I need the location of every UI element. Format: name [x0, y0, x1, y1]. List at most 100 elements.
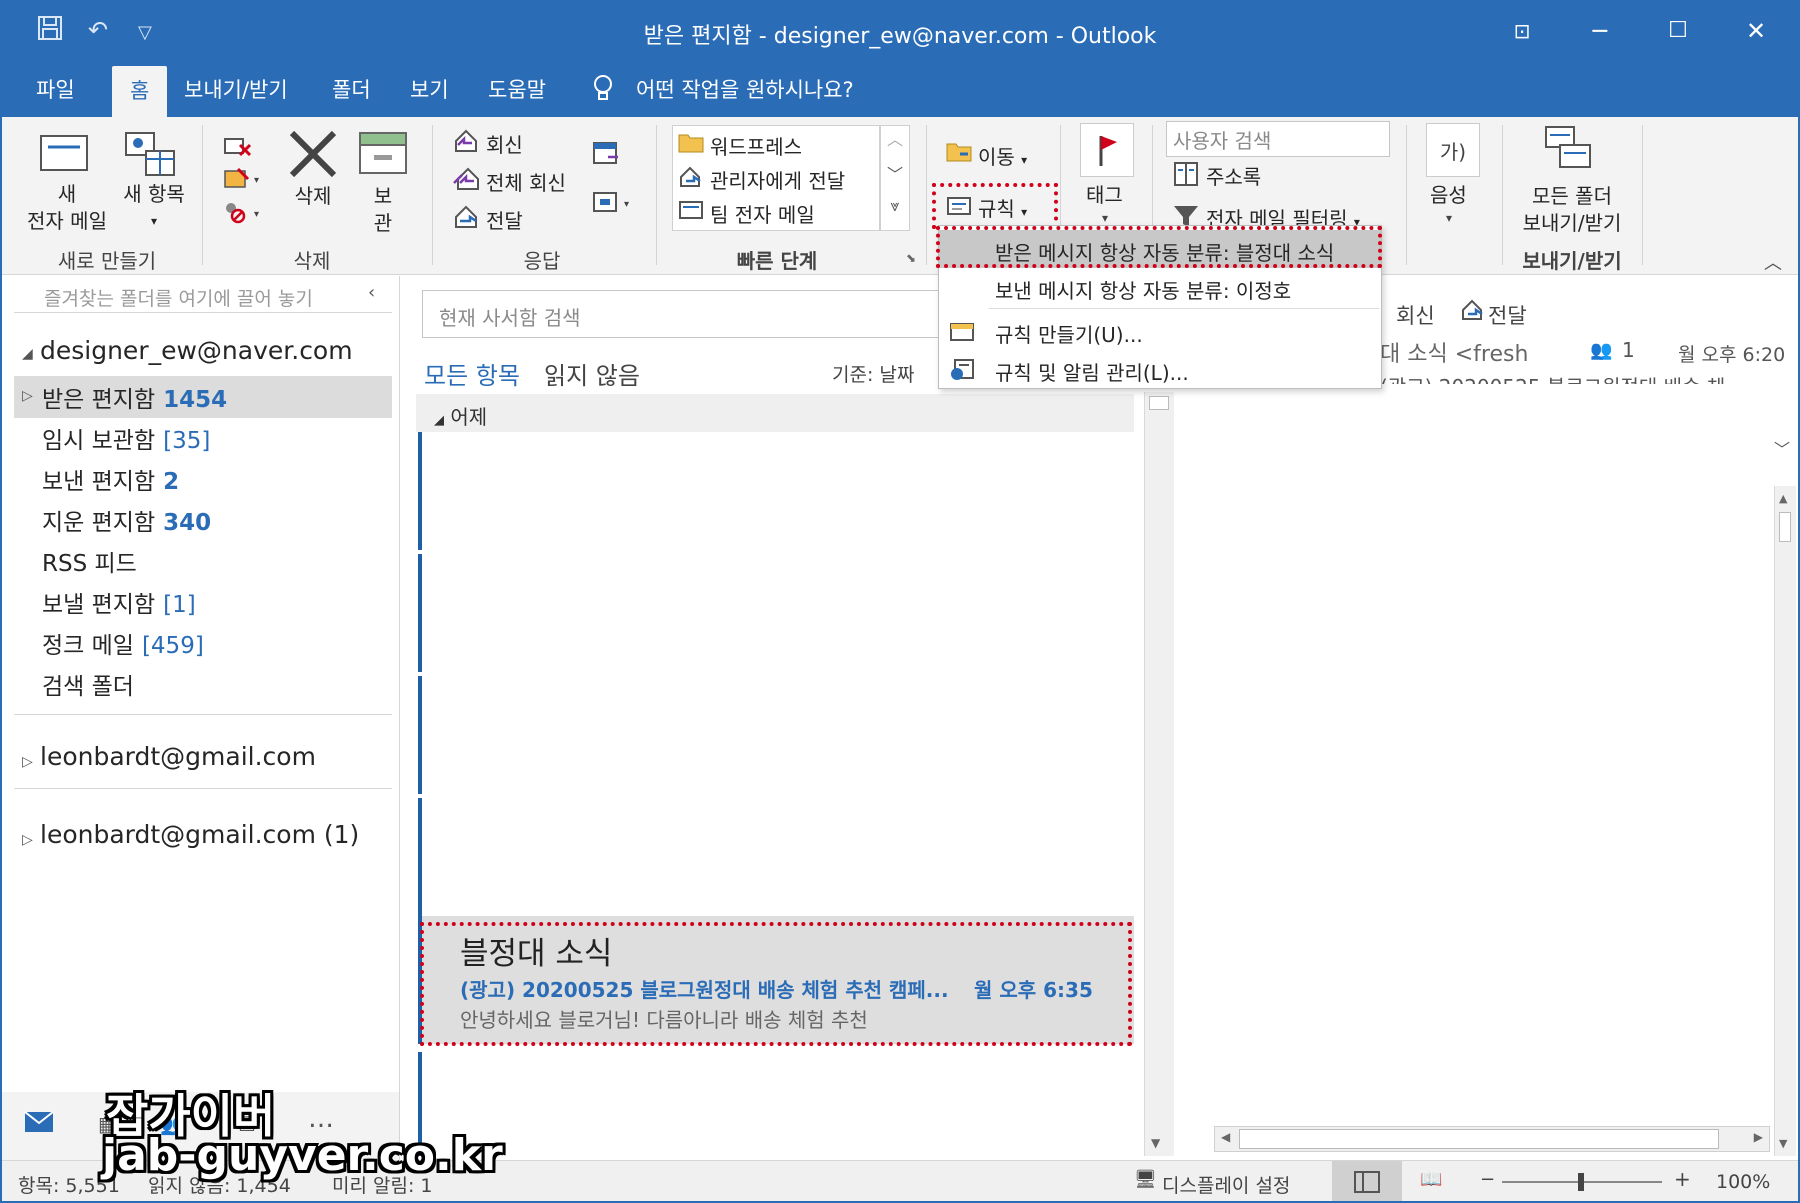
- tell-me-box[interactable]: 어떤 작업을 원하시나요?: [636, 74, 854, 104]
- collapsed-caret-icon[interactable]: ▷: [22, 832, 33, 848]
- folder-rss[interactable]: RSS 피드: [42, 544, 137, 578]
- new-items-icon[interactable]: [124, 129, 176, 183]
- scroll-down-icon[interactable]: ▼: [1151, 1136, 1160, 1150]
- tab-help[interactable]: 도움말: [488, 74, 546, 104]
- reading-forward-button[interactable]: 전달: [1488, 300, 1527, 330]
- flag-icon[interactable]: [1080, 123, 1134, 177]
- tab-view[interactable]: 보기: [410, 74, 449, 104]
- sort-by-label[interactable]: 기준: 날짜: [832, 360, 914, 387]
- collapsed-caret-icon[interactable]: ▷: [22, 388, 33, 404]
- scroll-down-icon[interactable]: ﹀: [881, 161, 909, 196]
- mail-icon[interactable]: [24, 1110, 54, 1138]
- quick-step-item[interactable]: 팀 전자 메일: [710, 199, 815, 228]
- archive-icon[interactable]: [358, 131, 408, 179]
- maximize-button[interactable]: ☐: [1658, 12, 1698, 50]
- search-mailbox-input[interactable]: 현재 사서함 검색: [422, 290, 982, 338]
- scroll-right-icon[interactable]: ▶: [1754, 1130, 1763, 1144]
- quick-step-item[interactable]: 워드프레스: [710, 131, 802, 160]
- expanded-caret-icon[interactable]: ◢: [22, 346, 33, 362]
- filter-tab-all[interactable]: 모든 항목: [424, 356, 520, 391]
- zoom-level[interactable]: 100%: [1716, 1171, 1770, 1193]
- folder-deleted[interactable]: 지운 편지함 340: [42, 503, 211, 537]
- folder-search[interactable]: 검색 폴더: [42, 667, 134, 701]
- display-settings-button[interactable]: 디스플레이 설정: [1162, 1171, 1290, 1198]
- reading-pane-scrollbar[interactable]: ▲ ▼: [1774, 486, 1796, 1156]
- expand-gallery-icon[interactable]: ⩔: [881, 196, 909, 230]
- manage-rules-item[interactable]: 규칙 및 알림 관리(L)...: [939, 350, 1381, 388]
- folder-outbox[interactable]: 보낼 편지함 [1]: [42, 585, 196, 619]
- speech-button[interactable]: 음성: [1430, 179, 1467, 208]
- account-gmail-2[interactable]: leonbardt@gmail.com (1): [40, 820, 359, 849]
- folder-inbox[interactable]: 받은 편지함 1454: [42, 380, 227, 414]
- collapse-pane-icon[interactable]: ‹: [368, 282, 375, 303]
- zoom-in-icon[interactable]: +: [1674, 1167, 1691, 1191]
- speech-icon[interactable]: 가): [1426, 123, 1480, 177]
- delete-x-icon[interactable]: [288, 130, 338, 181]
- expand-header-icon[interactable]: ﹀: [1774, 436, 1790, 460]
- tags-button[interactable]: 태그: [1086, 179, 1123, 208]
- ignore-icon[interactable]: [222, 131, 252, 161]
- account-gmail[interactable]: leonbardt@gmail.com: [40, 742, 316, 771]
- list-item[interactable]: [418, 1052, 1134, 1156]
- move-button[interactable]: 이동 ▾: [978, 141, 1027, 170]
- meeting-icon[interactable]: [592, 139, 622, 171]
- account-naver[interactable]: designer_ew@naver.com: [40, 336, 353, 365]
- junk-icon[interactable]: ▾: [222, 199, 262, 229]
- search-people-input[interactable]: 사용자 검색: [1166, 121, 1390, 157]
- filter-tab-unread[interactable]: 읽지 않음: [544, 356, 640, 391]
- move-folder-icon[interactable]: [946, 139, 974, 167]
- create-rule-item[interactable]: 규칙 만들기(U)...: [939, 312, 1381, 350]
- scroll-up-icon[interactable]: ▲: [1779, 492, 1787, 505]
- reply-all-button[interactable]: 전체 회신: [486, 167, 566, 196]
- list-item[interactable]: [418, 432, 1134, 550]
- new-items-button[interactable]: 새 항목 ▾: [114, 181, 194, 235]
- scroll-thumb[interactable]: [1239, 1129, 1719, 1149]
- dialog-launcher-icon[interactable]: ⬊: [906, 251, 916, 265]
- reading-reply-button[interactable]: 회신: [1396, 300, 1435, 330]
- scroll-up-icon[interactable]: ︿: [881, 126, 909, 161]
- collapse-ribbon-icon[interactable]: ︿: [1764, 249, 1782, 275]
- tab-home[interactable]: 홈: [112, 66, 168, 117]
- reply-button[interactable]: 회신: [486, 129, 523, 158]
- new-email-icon[interactable]: [40, 135, 88, 175]
- reading-hscrollbar[interactable]: ◀ ▶: [1214, 1126, 1770, 1152]
- zoom-slider-thumb[interactable]: [1578, 1173, 1584, 1191]
- scroll-thumb[interactable]: [1779, 512, 1791, 542]
- forward-icon[interactable]: [452, 203, 480, 235]
- zoom-out-icon[interactable]: −: [1480, 1169, 1495, 1190]
- group-header-yesterday[interactable]: ◢ 어제: [416, 394, 1134, 432]
- folder-junk[interactable]: 정크 메일 [459]: [42, 626, 204, 660]
- clean-up-icon[interactable]: ▾: [222, 165, 262, 195]
- scroll-left-icon[interactable]: ◀: [1221, 1130, 1230, 1144]
- list-item[interactable]: [418, 676, 1134, 794]
- new-email-button[interactable]: 새 전자 메일: [22, 181, 112, 235]
- reply-all-icon[interactable]: [452, 165, 482, 197]
- ribbon-display-icon[interactable]: ⊡: [1502, 12, 1542, 50]
- reply-icon[interactable]: [452, 127, 480, 159]
- minimize-button[interactable]: ─: [1580, 12, 1620, 50]
- collapsed-caret-icon[interactable]: ▷: [22, 754, 33, 770]
- forward-button[interactable]: 전달: [486, 205, 523, 234]
- normal-view-button[interactable]: [1332, 1161, 1402, 1201]
- quick-step-item[interactable]: 관리자에게 전달: [710, 165, 845, 194]
- folder-drafts[interactable]: 임시 보관함 [35]: [42, 421, 210, 455]
- send-receive-all-button[interactable]: 모든 폴더 보내기/받기: [1512, 183, 1632, 237]
- list-item[interactable]: [418, 554, 1134, 672]
- close-button[interactable]: ✕: [1736, 12, 1776, 50]
- send-receive-all-icon[interactable]: [1542, 123, 1594, 179]
- tab-file[interactable]: 파일: [36, 74, 75, 104]
- archive-button[interactable]: 보 관: [358, 183, 408, 237]
- folder-sent[interactable]: 보낸 편지함 2: [42, 462, 179, 496]
- tab-send-receive[interactable]: 보내기/받기: [184, 74, 288, 104]
- scroll-down-icon[interactable]: ▼: [1779, 1137, 1787, 1150]
- reading-view-icon[interactable]: 📖: [1420, 1169, 1442, 1190]
- message-list-scrollbar[interactable]: ▼: [1144, 392, 1174, 1156]
- scroll-thumb[interactable]: [1149, 396, 1169, 410]
- people-count[interactable]: 1: [1622, 338, 1635, 362]
- rule-always-move-to-recipient[interactable]: 보낸 메시지 항상 자동 분류: 이정호: [939, 268, 1381, 306]
- address-book-icon[interactable]: [1172, 161, 1200, 191]
- address-book-button[interactable]: 주소록: [1206, 161, 1261, 190]
- list-item[interactable]: [418, 798, 1134, 916]
- more-respond-icon[interactable]: ▾: [592, 189, 636, 221]
- tab-folder[interactable]: 폴더: [332, 74, 371, 104]
